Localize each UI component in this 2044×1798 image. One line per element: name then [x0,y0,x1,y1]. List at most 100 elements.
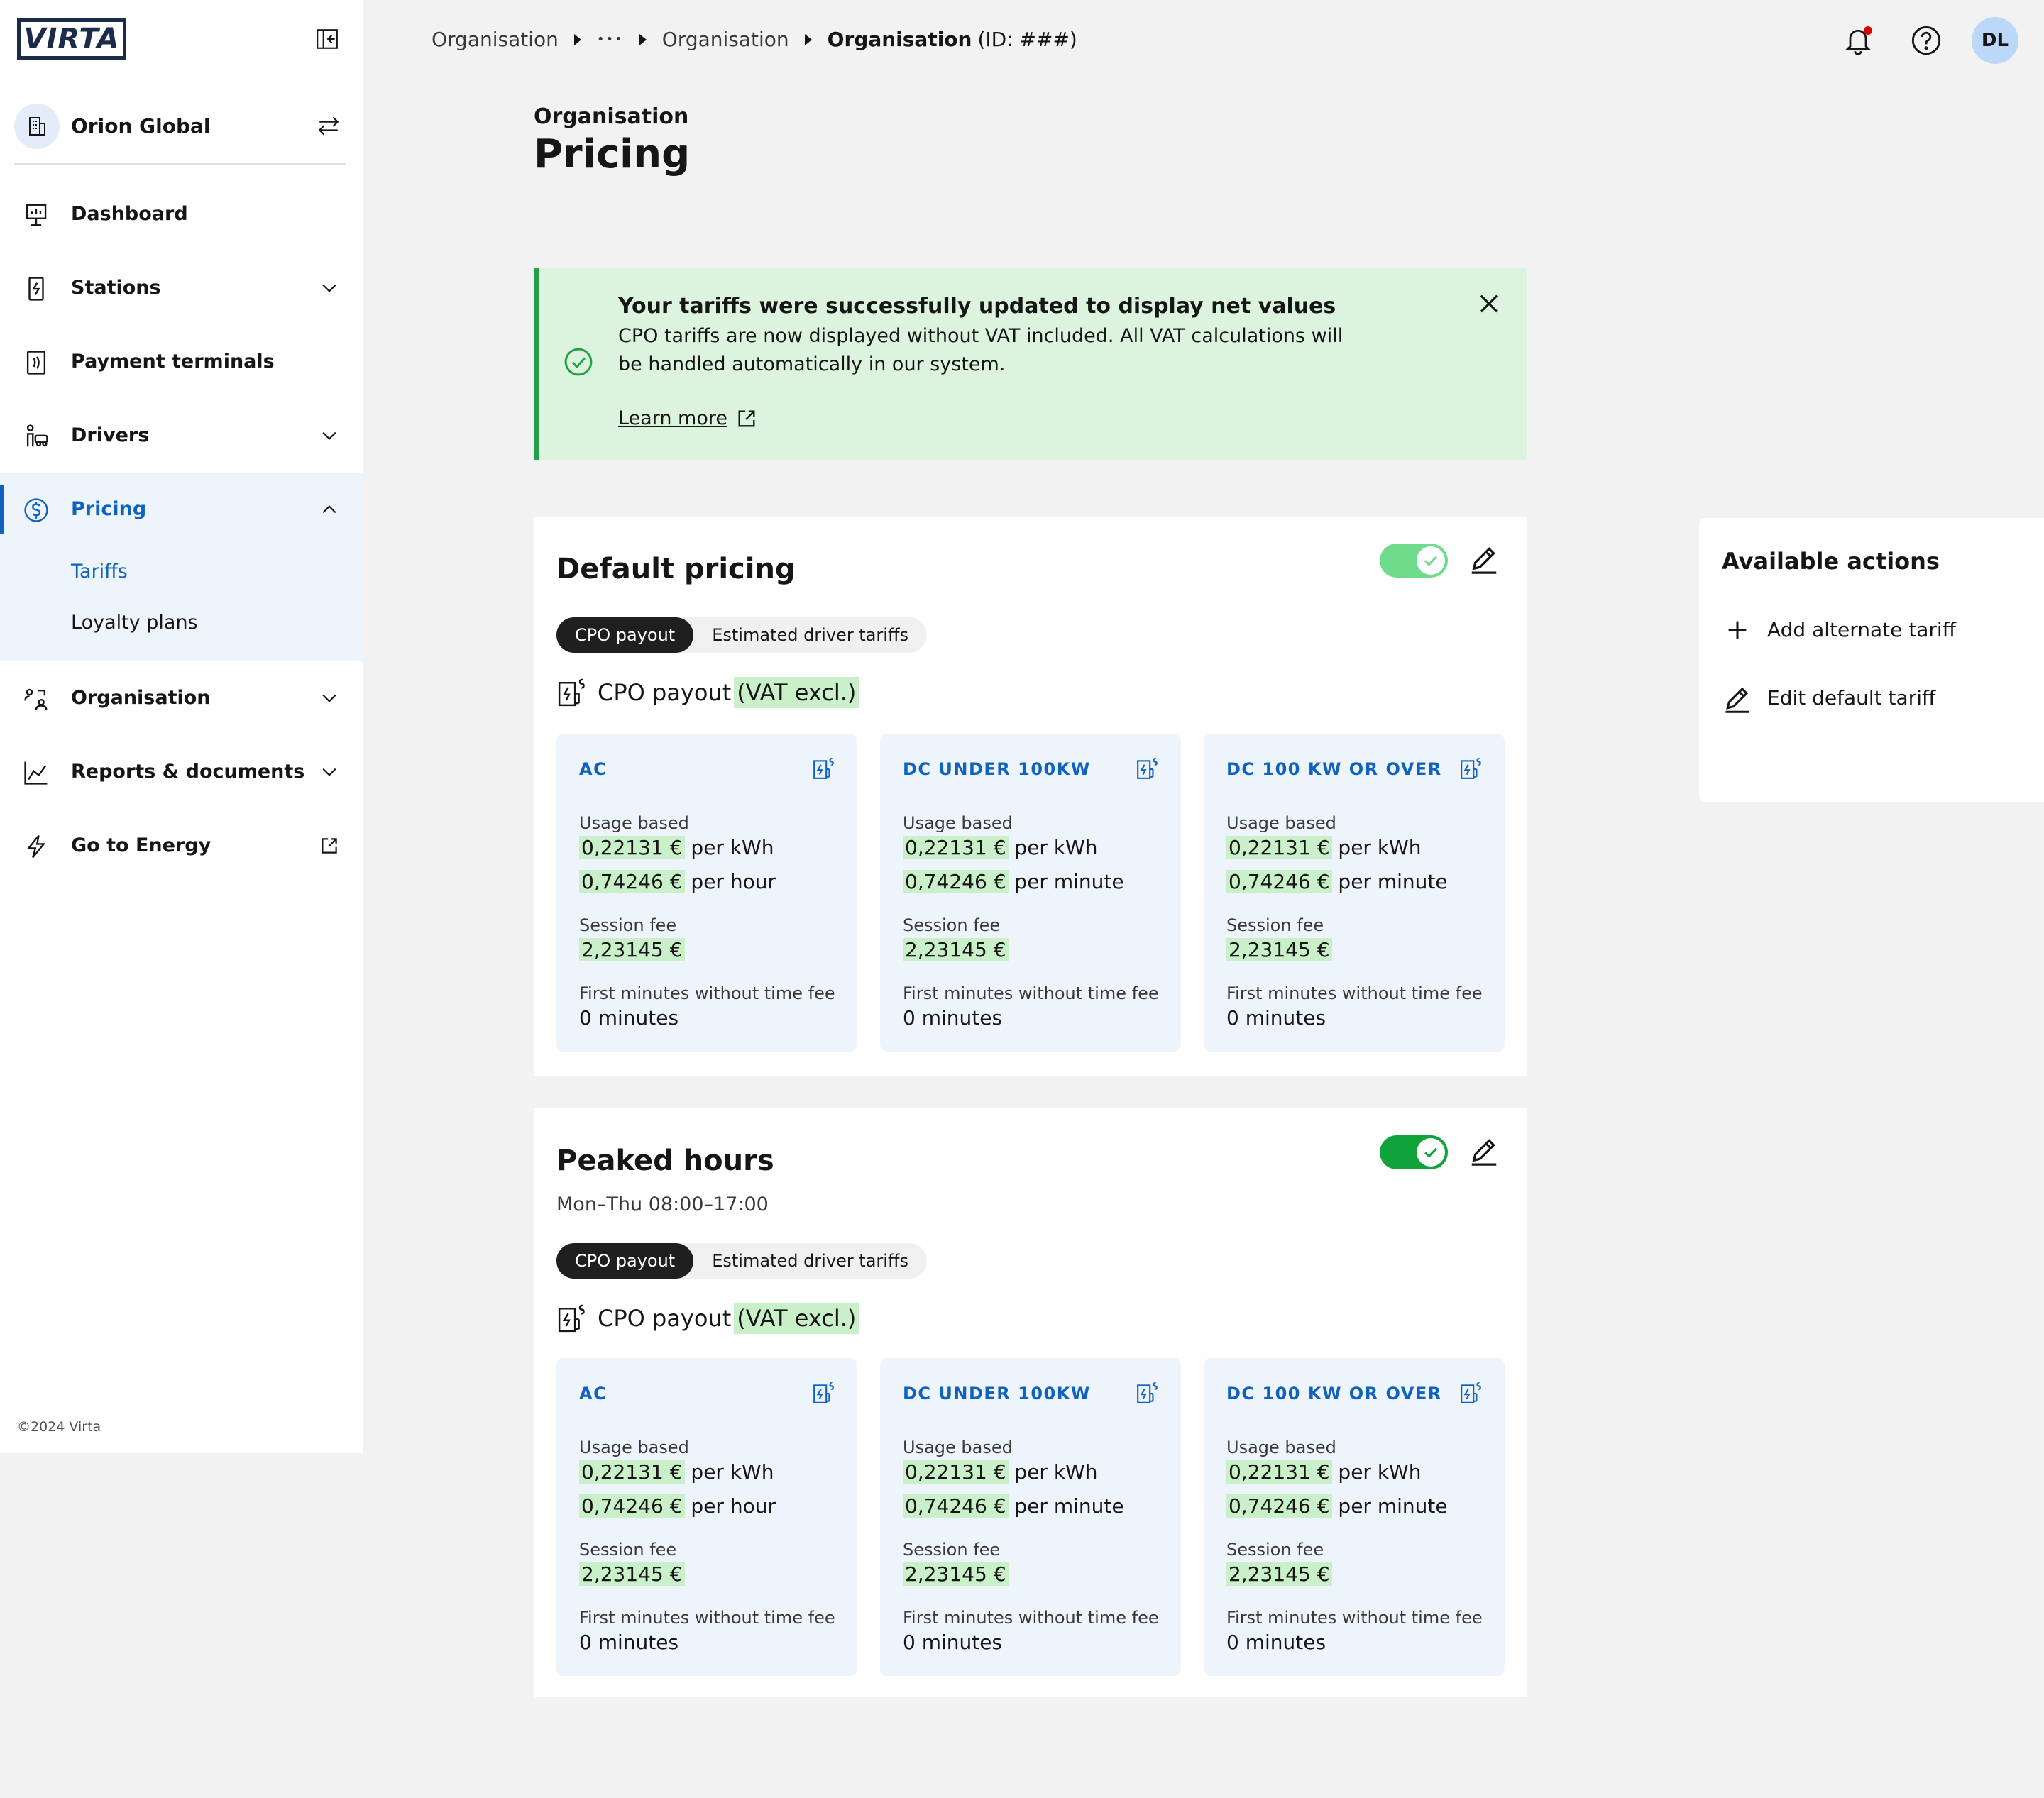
action-label: Edit default tariff [1767,686,1936,710]
tariff-icon [558,1304,585,1333]
sidebar-item-reports[interactable]: Reports & documents [0,735,363,809]
session-fee-value: 2,23145 € [579,937,685,964]
usage-label: Usage based [903,1438,1013,1457]
sidebar-item-label: Organisation [71,687,211,709]
usage-label: Usage based [579,813,689,833]
sidebar-item-dashboard[interactable]: Dashboard [0,177,363,251]
kwh-price: 0,22131 € per kWh [1226,1459,1421,1486]
breadcrumb-ellipsis[interactable]: ••• [597,27,624,53]
tab-cpo-payout[interactable]: CPO payout [556,1243,694,1279]
help-button[interactable] [1903,18,1949,63]
sidebar-subitem-loyalty-plans[interactable]: Loyalty plans [0,597,363,649]
sidebar-item-label: Dashboard [71,203,188,225]
time-price: 0,74246 € per minute [903,868,1124,895]
tariff-toggle[interactable] [1380,1135,1448,1169]
organisation-icon [24,688,48,710]
lightning-icon [26,834,46,859]
free-minutes-label: First minutes without time fee [1226,983,1483,1003]
kwh-price: 0,22131 € per kWh [903,834,1097,861]
tariff-toggle[interactable] [1380,544,1448,578]
sidebar-item-organisation[interactable]: Organisation [0,661,363,735]
time-price: 0,74246 € per minute [903,1493,1124,1520]
check-circle-icon [564,348,593,376]
usage-label: Usage based [1226,1438,1336,1457]
breadcrumb-item[interactable]: Organisation [432,27,559,53]
tile-heading: DC 100 KW OR OVER [1226,759,1442,779]
sidebar-item-go-to-energy[interactable]: Go to Energy [0,809,363,883]
vat-badge: (VAT excl.) [734,1303,859,1334]
sidebar-collapse-icon[interactable] [315,27,339,51]
org-switcher[interactable]: Orion Global [14,104,346,165]
sidebar-item-stations[interactable]: Stations [0,251,363,325]
sidebar-subitem-tariffs[interactable]: Tariffs [0,546,363,597]
tariff-tile-ac: AC Usage based 0,22131 € per kWh 0,74246… [556,1358,857,1676]
kwh-price: 0,22131 € per kWh [903,1459,1097,1486]
learn-more-link[interactable]: Learn more [618,404,757,433]
usage-label: Usage based [1226,813,1336,833]
free-minutes-label: First minutes without time fee [903,1608,1159,1628]
tile-heading: DC UNDER 100KW [903,1384,1091,1403]
session-fee-value: 2,23145 € [1226,937,1332,964]
sidebar-item-pricing[interactable]: Pricing [0,473,363,546]
payout-segmented-control: CPO payout Estimated driver tariffs [556,1243,927,1279]
tariff-icon [1461,758,1481,779]
page-title: Pricing [534,131,691,177]
sidebar-item-payment-terminals[interactable]: Payment terminals [0,325,363,399]
external-link-icon [322,838,337,854]
tariff-tiles: AC Usage based 0,22131 € per kWh 0,74246… [556,1358,1505,1676]
breadcrumb: Organisation ••• Organisation Organisati… [432,27,1077,53]
chevron-up-icon [322,505,336,514]
sidebar: VIRTA Orion Global Dashboard Stations Pa… [0,0,363,1453]
chart-line-icon [24,761,48,785]
schedule-text: Mon–Thu 08:00–17:00 [556,1193,769,1215]
tab-estimated-driver-tariffs[interactable]: Estimated driver tariffs [693,1243,927,1279]
sidebar-item-drivers[interactable]: Drivers [0,399,363,473]
user-avatar[interactable]: DL [1972,17,2018,64]
sidebar-subitem-label: Tariffs [71,561,128,583]
free-minutes-value: 0 minutes [579,1006,679,1030]
sidebar-subitem-label: Loyalty plans [71,612,198,634]
session-fee-label: Session fee [1226,1540,1324,1560]
payout-segmented-control: CPO payout Estimated driver tariffs [556,617,927,653]
driver-icon [26,424,48,447]
card-title: Default pricing [556,553,796,585]
session-fee-value: 2,23145 € [903,937,1009,964]
success-notification: Your tariffs were successfully updated t… [534,268,1527,460]
sidebar-item-label: Stations [71,277,161,299]
tariff-icon [813,1382,834,1403]
action-label: Add alternate tariff [1767,618,1956,641]
section-label: CPO payout [598,1305,732,1332]
add-alternate-tariff-button[interactable]: Add alternate tariff [1722,614,1956,646]
sidebar-nav: Dashboard Stations Payment terminals Dri… [0,177,363,883]
copyright: ©2024 Virta [17,1419,101,1435]
logo-row: VIRTA [17,18,348,61]
pencil-icon[interactable] [1468,1134,1500,1167]
tariff-card-peaked-hours: Peaked hours Mon–Thu 08:00–17:00 CPO pay… [534,1108,1527,1697]
notifications-button[interactable] [1835,18,1881,63]
card-title: Peaked hours [556,1145,774,1177]
chevron-down-icon [322,431,336,440]
usage-label: Usage based [903,813,1013,833]
session-fee-value: 2,23145 € [903,1561,1009,1588]
switch-arrows-icon[interactable] [317,114,341,138]
plus-icon [1728,621,1747,639]
charging-station-icon [28,277,44,301]
tab-cpo-payout[interactable]: CPO payout [556,617,694,653]
payment-terminal-icon [26,351,46,375]
edit-default-tariff-button[interactable]: Edit default tariff [1722,683,1935,714]
usage-label: Usage based [579,1438,689,1457]
free-minutes-label: First minutes without time fee [1226,1608,1483,1628]
kwh-price: 0,22131 € per kWh [579,1459,774,1486]
available-actions-panel: Available actions Add alternate tariff E… [1699,518,2044,802]
free-minutes-value: 0 minutes [1226,1631,1326,1654]
virta-logo[interactable]: VIRTA [17,18,126,60]
dashboard-icon [26,204,47,226]
help-icon [1911,26,1941,55]
tab-estimated-driver-tariffs[interactable]: Estimated driver tariffs [693,617,927,653]
free-minutes-value: 0 minutes [1226,1006,1326,1030]
time-price: 0,74246 € per minute [1226,1493,1448,1520]
breadcrumb-item[interactable]: Organisation [662,27,789,53]
pencil-icon[interactable] [1468,542,1500,575]
close-icon[interactable] [1475,289,1503,318]
tariff-tile-ac: AC Usage based 0,22131 € per kWh 0,74246… [556,734,857,1052]
